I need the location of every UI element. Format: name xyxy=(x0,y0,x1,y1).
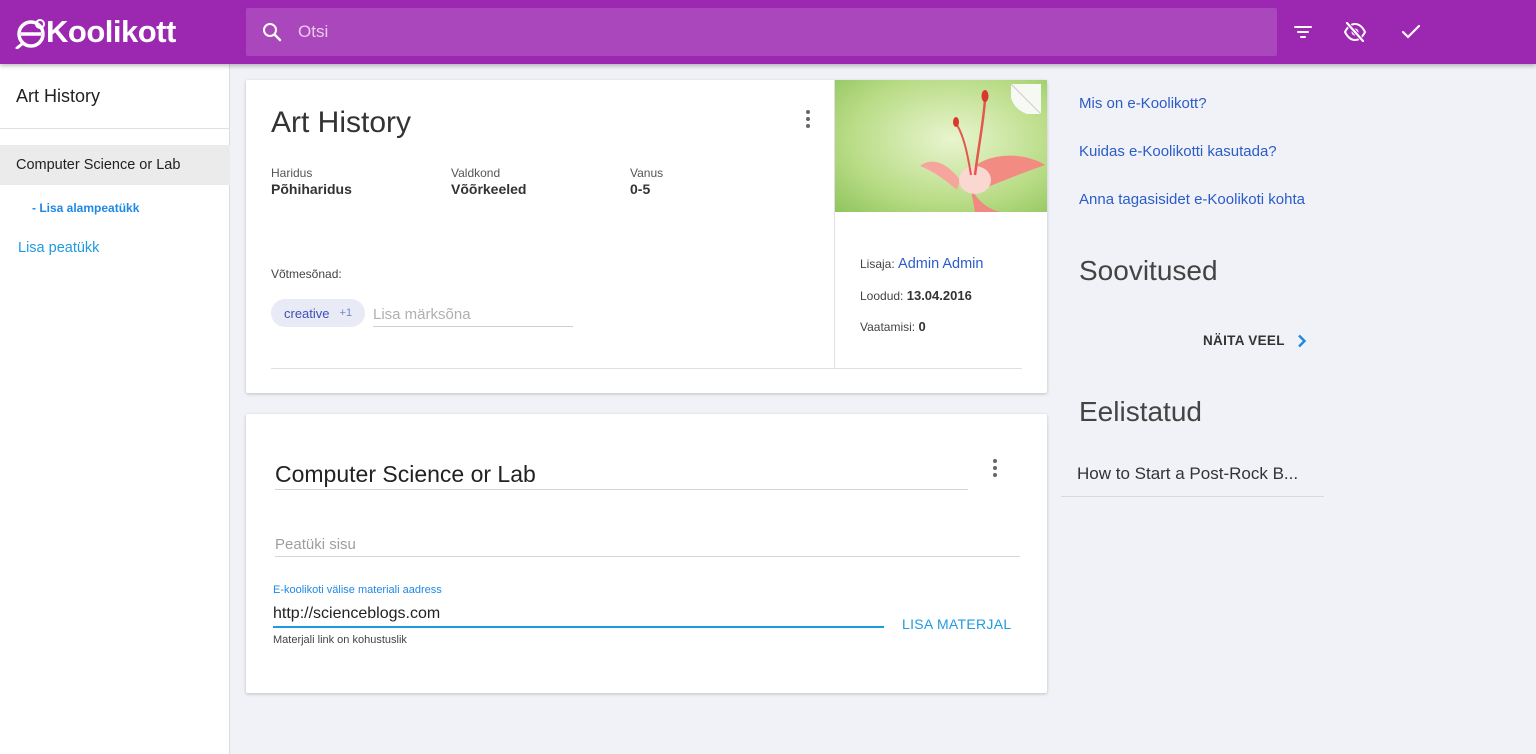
more-vert-icon[interactable] xyxy=(796,107,820,131)
sidebar-divider xyxy=(0,128,230,129)
logo[interactable]: Koolikott xyxy=(14,12,176,52)
search-input[interactable] xyxy=(298,22,1198,42)
created-date: Loodud: 13.04.2016 xyxy=(860,288,972,303)
keyword-chip[interactable]: creative +1 xyxy=(271,299,366,327)
card-divider xyxy=(271,368,1022,369)
about-link[interactable]: Mis on e-Koolikott? xyxy=(1079,95,1207,112)
chapter-card: E-koolikoti välise materiali aadress Mat… xyxy=(246,414,1047,693)
sidebar: Art History Computer Science or Lab - Li… xyxy=(0,64,230,754)
add-material-button[interactable]: LISA MATERJAL xyxy=(896,612,1017,636)
search-icon[interactable] xyxy=(262,22,282,42)
meta-education: Haridus Põhiharidus xyxy=(271,166,352,197)
recommendations-heading: Soovitused xyxy=(1079,255,1218,286)
chapter-content-input[interactable] xyxy=(275,533,1020,557)
url-field-label: E-koolikoti välise materiali aadress xyxy=(273,584,442,596)
meta-age: Vanus 0-5 xyxy=(630,166,664,197)
meta-domain: Valdkond Võõrkeeled xyxy=(451,166,527,197)
logo-e-icon xyxy=(14,15,48,50)
favorite-item[interactable]: How to Start a Post-Rock B... xyxy=(1061,452,1324,497)
view-count: Vaatamisi: 0 xyxy=(860,319,926,334)
filter-icon[interactable] xyxy=(1289,18,1317,46)
keyword-input[interactable] xyxy=(373,303,573,327)
sidebar-title[interactable]: Art History xyxy=(16,86,100,107)
keyword-chip-more: +1 xyxy=(339,307,353,319)
search-bar[interactable] xyxy=(246,8,1277,56)
show-more-label: NÄITA VEEL xyxy=(1203,333,1285,348)
logo-text: Koolikott xyxy=(46,14,176,49)
keywords-label: Võtmesõnad: xyxy=(271,267,342,281)
chevron-right-icon xyxy=(1297,334,1306,347)
material-thumbnail[interactable] xyxy=(835,80,1047,212)
author-link[interactable]: Admin Admin xyxy=(898,256,983,272)
added-by: Lisaja: Admin Admin xyxy=(860,256,984,272)
visibility-off-icon[interactable] xyxy=(1341,18,1369,46)
url-field-hint: Materjali link on kohustuslik xyxy=(273,634,407,646)
favorites-heading: Eelistatud xyxy=(1079,396,1202,427)
add-chapter-link[interactable]: Lisa peatükk xyxy=(18,240,99,256)
add-subchapter-link[interactable]: - Lisa alampeatükk xyxy=(32,201,139,215)
chapter-title-input[interactable] xyxy=(275,460,968,490)
material-title: Art History xyxy=(271,106,412,139)
sidebar-item-chapter[interactable]: Computer Science or Lab xyxy=(0,145,230,185)
more-vert-icon[interactable] xyxy=(983,456,1007,480)
keyword-chip-label: creative xyxy=(284,305,330,321)
show-more-button[interactable]: NÄITA VEEL xyxy=(1203,333,1307,348)
how-to-use-link[interactable]: Kuidas e-Koolikotti kasutada? xyxy=(1079,143,1277,160)
top-bar: Koolikott xyxy=(0,0,1536,64)
check-icon[interactable] xyxy=(1397,18,1425,46)
feedback-link[interactable]: Anna tagasisidet e-Koolikoti kohta xyxy=(1079,191,1305,208)
material-url-input[interactable] xyxy=(273,602,884,628)
material-card: Art History Haridus Põhiharidus Valdkond… xyxy=(246,80,1047,393)
